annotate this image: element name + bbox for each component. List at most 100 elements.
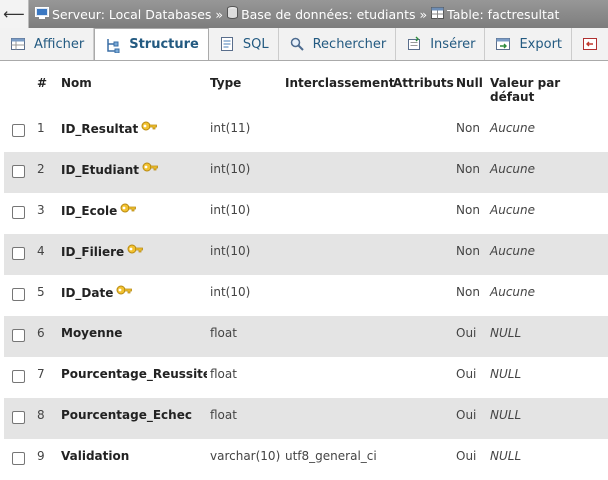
header-null[interactable]: Null — [453, 72, 487, 111]
arrow-left-icon: ⟵ — [3, 5, 25, 23]
header-collation[interactable]: Interclassement — [282, 72, 394, 111]
breadcrumb-database[interactable]: Base de données: etudiants — [227, 6, 416, 22]
row-select-cell — [4, 398, 34, 439]
tab-sql[interactable]: SQL — [209, 28, 279, 60]
row-default: Aucune — [487, 152, 608, 193]
tab-search[interactable]: Rechercher — [279, 28, 397, 60]
row-collation — [282, 193, 390, 234]
table-row: 5 ID_Date int(10) Non Aucune — [4, 275, 608, 316]
column-name[interactable]: Validation — [61, 449, 129, 463]
breadcrumb: ⟵ Serveur: Local Databases » Base de don… — [0, 0, 608, 28]
header-select — [4, 72, 34, 111]
row-attributes — [390, 193, 453, 234]
row-checkbox[interactable] — [12, 206, 25, 219]
primary-key-icon — [142, 160, 159, 177]
row-collation — [282, 398, 390, 439]
column-name[interactable]: Moyenne — [61, 326, 122, 340]
row-num: 8 — [34, 398, 58, 439]
table-icon — [431, 6, 445, 22]
row-collation — [282, 152, 390, 193]
row-select-cell — [4, 439, 34, 480]
structure-table: # Nom Type Interclassement Attributs Nul… — [4, 72, 608, 480]
row-type: int(10) — [207, 193, 282, 234]
row-type: int(10) — [207, 275, 282, 316]
breadcrumb-separator: » — [215, 6, 224, 22]
row-null: Non — [453, 234, 487, 275]
breadcrumb-server[interactable]: Serveur: Local Databases — [35, 6, 211, 22]
collapse-nav-button[interactable]: ⟵ — [0, 0, 29, 28]
header-nom[interactable]: Nom — [58, 72, 207, 111]
column-name[interactable]: Pourcentage_Reussite — [61, 367, 207, 381]
sql-icon — [219, 36, 235, 52]
row-num: 9 — [34, 439, 58, 480]
tab-insert[interactable]: Insérer — [396, 28, 486, 60]
table-row: 1 ID_Resultat int(11) Non Aucune — [4, 111, 608, 152]
row-checkbox[interactable] — [12, 247, 25, 260]
breadcrumb-separator: » — [419, 6, 428, 22]
tab-structure[interactable]: Structure — [94, 28, 209, 60]
row-null: Oui — [453, 398, 487, 439]
header-default[interactable]: Valeur par défaut — [487, 72, 608, 111]
row-checkbox[interactable] — [12, 124, 25, 137]
row-collation — [282, 275, 390, 316]
row-checkbox[interactable] — [12, 288, 25, 301]
column-name[interactable]: Pourcentage_Echec — [61, 408, 192, 422]
row-null: Non — [453, 275, 487, 316]
row-null: Non — [453, 152, 487, 193]
column-name[interactable]: ID_Ecole — [61, 204, 117, 218]
row-select-cell — [4, 275, 34, 316]
server-icon — [35, 6, 49, 22]
tab-bar: Afficher Structure SQL Rechercher Insére… — [0, 28, 608, 61]
primary-key-icon — [120, 201, 137, 218]
row-select-cell — [4, 234, 34, 275]
row-checkbox[interactable] — [12, 411, 25, 424]
header-num[interactable]: # — [34, 72, 58, 111]
tab-more[interactable] — [572, 28, 606, 60]
row-collation — [282, 234, 390, 275]
row-select-cell — [4, 357, 34, 398]
structure-icon — [105, 37, 121, 53]
row-select-cell — [4, 111, 34, 152]
row-nom-cell: Validation — [58, 439, 207, 480]
row-type: int(10) — [207, 152, 282, 193]
row-default: NULL — [487, 357, 608, 398]
row-nom-cell: Pourcentage_Reussite — [58, 357, 207, 398]
table-row: 9 Validation varchar(10) utf8_general_ci Oui… — [4, 439, 608, 480]
row-type: int(11) — [207, 111, 282, 152]
row-checkbox[interactable] — [12, 329, 25, 342]
row-attributes — [390, 111, 453, 152]
row-attributes — [390, 234, 453, 275]
row-nom-cell: ID_Filiere — [58, 234, 207, 275]
header-type[interactable]: Type — [207, 72, 282, 111]
row-type: int(10) — [207, 234, 282, 275]
row-attributes — [390, 398, 453, 439]
tab-export[interactable]: Export — [485, 28, 573, 60]
row-checkbox[interactable] — [12, 452, 25, 465]
tab-browse[interactable]: Afficher — [0, 28, 95, 60]
primary-key-icon — [127, 242, 144, 259]
breadcrumb-table[interactable]: Table: factresultat — [431, 6, 559, 22]
database-icon — [227, 6, 239, 22]
import-icon — [582, 36, 598, 52]
row-default: NULL — [487, 398, 608, 439]
header-attributes[interactable]: Attributs — [390, 72, 454, 111]
column-name[interactable]: ID_Date — [61, 286, 113, 300]
row-type: float — [207, 357, 282, 398]
row-checkbox[interactable] — [12, 370, 25, 383]
column-name[interactable]: ID_Filiere — [61, 245, 124, 259]
row-attributes — [390, 152, 453, 193]
table-row: 6 Moyenne float Oui NULL — [4, 316, 608, 357]
export-icon — [495, 36, 511, 52]
insert-icon — [406, 36, 422, 52]
row-default: Aucune — [487, 193, 608, 234]
row-num: 2 — [34, 152, 58, 193]
column-name[interactable]: ID_Etudiant — [61, 163, 139, 177]
row-null: Oui — [453, 357, 487, 398]
row-nom-cell: ID_Etudiant — [58, 152, 207, 193]
row-checkbox[interactable] — [12, 165, 25, 178]
row-attributes — [390, 316, 453, 357]
row-nom-cell: ID_Ecole — [58, 193, 207, 234]
column-name[interactable]: ID_Resultat — [61, 122, 138, 136]
row-default: Aucune — [487, 275, 608, 316]
row-type: float — [207, 398, 282, 439]
